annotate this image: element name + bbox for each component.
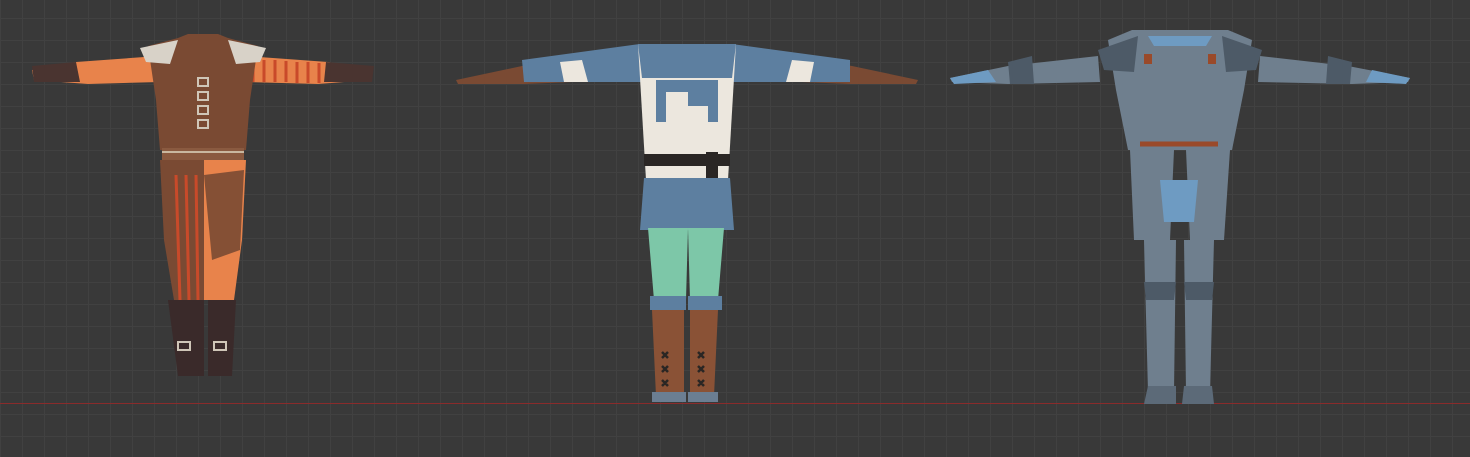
left-boot [168,300,204,376]
right-leg [688,228,724,300]
left-leg-plate [1144,240,1176,392]
right-boot [208,300,236,376]
right-leg-plate [1184,240,1214,392]
plate-armor-outfit[interactable] [948,0,1412,410]
scale-skirt [640,178,734,230]
3d-viewport[interactable] [0,0,1470,457]
scale-tunic-outfit[interactable] [452,0,922,410]
right-glove [324,62,374,82]
left-leg [648,228,688,300]
leather-jerkin-outfit[interactable] [28,0,378,410]
left-glove [32,62,80,82]
scale-skirt [1160,180,1198,222]
